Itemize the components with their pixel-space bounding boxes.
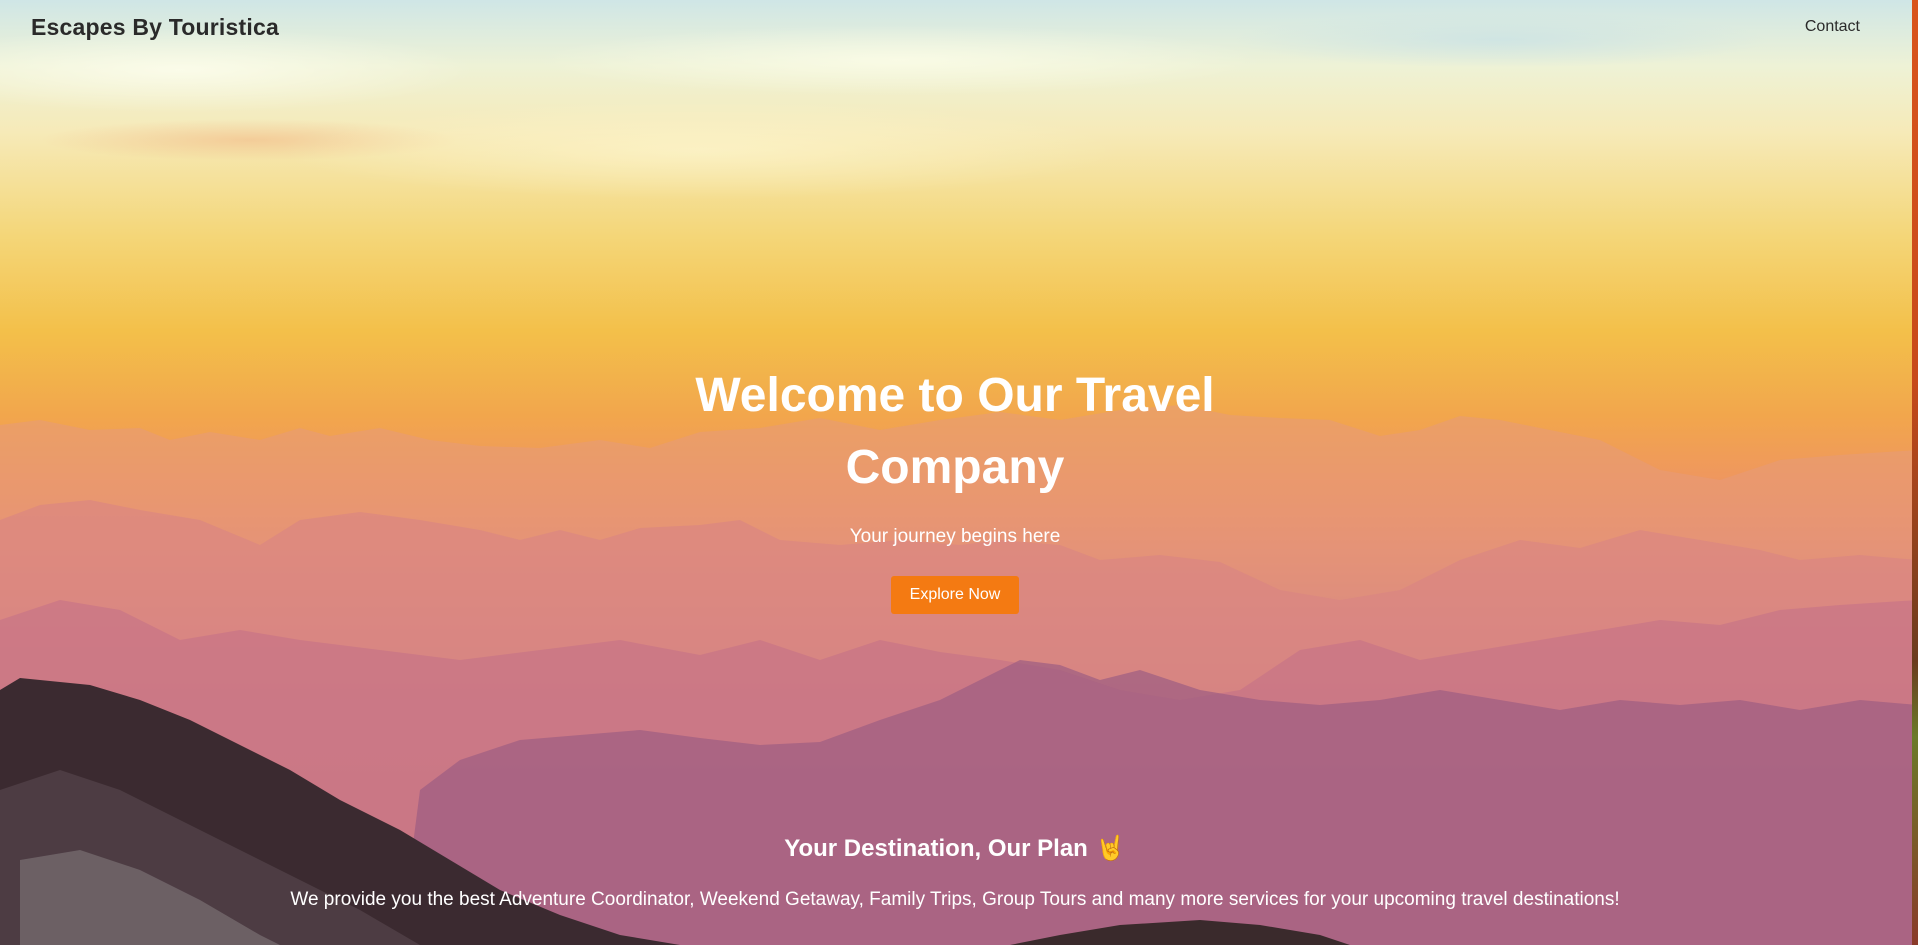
hero-section: Welcome to Our Travel Company Your journ… <box>0 360 1910 614</box>
scrollbar-edge <box>1912 0 1918 945</box>
navbar: Escapes By Touristica Contact <box>0 0 1918 54</box>
page: Escapes By Touristica Contact Welcome to… <box>0 0 1918 945</box>
explore-now-button[interactable]: Explore Now <box>890 576 1020 614</box>
about-description: We provide you the best Adventure Coordi… <box>290 889 1620 910</box>
nav-link-contact[interactable]: Contact <box>1805 18 1860 36</box>
brand-logo[interactable]: Escapes By Touristica <box>31 14 279 41</box>
about-heading: Your Destination, Our Plan 🤘 <box>0 834 1910 863</box>
hero-subtitle: Your journey begins here <box>849 526 1061 547</box>
about-heading-text: Your Destination, Our Plan <box>784 835 1088 862</box>
about-section: Your Destination, Our Plan 🤘 We provide y… <box>0 834 1910 911</box>
rock-hand-icon: 🤘 <box>1095 834 1126 862</box>
hero-title: Welcome to Our Travel Company <box>695 369 1215 494</box>
